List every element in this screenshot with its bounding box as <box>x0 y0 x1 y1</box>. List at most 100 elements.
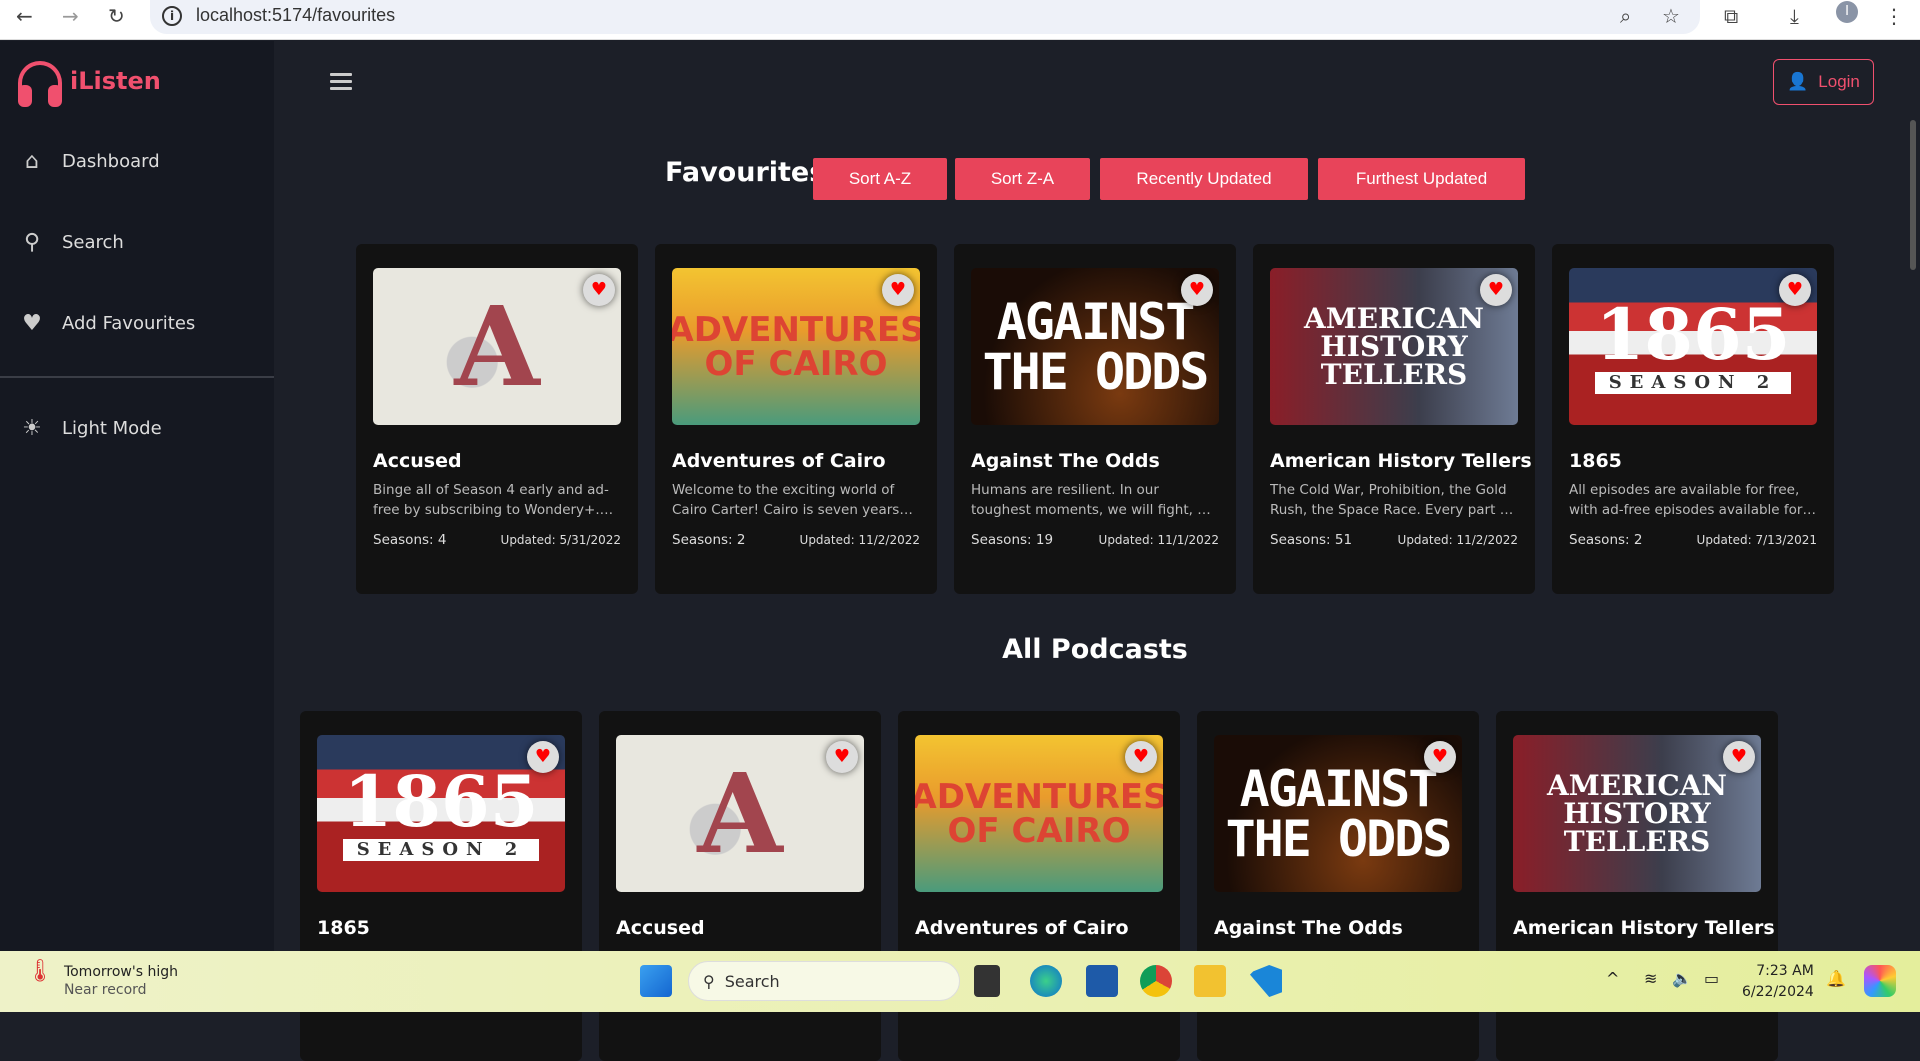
favourites-title: Favourites <box>665 157 826 188</box>
podcast-title: 1865 <box>317 917 370 939</box>
reload-icon[interactable]: ↻ <box>108 4 125 28</box>
download-icon[interactable]: ⤓ <box>1790 4 1799 28</box>
favourite-heart-icon[interactable]: ♥ <box>1480 274 1512 306</box>
sort-a-z-button[interactable]: Sort A-Z <box>813 158 947 200</box>
windows-start-icon[interactable] <box>640 965 672 997</box>
podcast-title: Accused <box>373 450 462 472</box>
sidebar-item-label: Light Mode <box>62 418 162 439</box>
favourite-heart-icon[interactable]: ♥ <box>1723 741 1755 773</box>
url-text[interactable]: localhost:5174/favourites <box>196 5 395 26</box>
podcast-card[interactable]: 1865 SEASON 2 ♥ 1865 All episodes are avail… <box>1552 244 1834 594</box>
podcast-title: American History Tellers <box>1513 917 1775 939</box>
login-label: Login <box>1818 72 1860 91</box>
podcast-card[interactable]: ADVENTURES OF CAIRO ♥ Adventures of Cairo… <box>655 244 937 594</box>
podcast-description: Binge all of Season 4 early and ad-free … <box>373 482 609 518</box>
notification-bell-icon[interactable]: 🔔 <box>1826 969 1846 988</box>
chrome-icon[interactable] <box>1140 965 1172 997</box>
sidebar-divider <box>0 376 274 378</box>
volume-icon[interactable]: 🔈 <box>1672 969 1692 988</box>
clock-time: 7:23 AM <box>1756 963 1814 979</box>
site-info-icon[interactable]: i <box>162 6 182 26</box>
podcast-seasons: Seasons: 2 <box>1569 532 1643 548</box>
podcast-cover-image[interactable]: AGAINST THE ODDS ♥ <box>1214 735 1462 892</box>
file-explorer-icon[interactable] <box>1194 965 1226 997</box>
tray-chevron-up-icon[interactable]: ^ <box>1606 969 1619 988</box>
weather-widget[interactable]: 🌡 Tomorrow's high Near record <box>26 959 178 999</box>
search-icon: ⚲ <box>23 230 41 255</box>
podcast-description: Humans are resilient. In our toughest mo… <box>971 482 1217 518</box>
podcast-seasons: Seasons: 19 <box>971 532 1054 548</box>
sort-recently-updated-button[interactable]: Recently Updated <box>1100 158 1308 200</box>
podcast-card[interactable]: AGAINST THE ODDS ♥ Against The Odds Humans… <box>954 244 1236 594</box>
clock-date: 6/22/2024 <box>1742 984 1814 1000</box>
podcast-cover-image[interactable]: A ♥ <box>616 735 864 892</box>
all-podcasts-title: All Podcasts <box>1002 634 1188 665</box>
address-bar[interactable]: i localhost:5174/favourites <box>150 0 1700 34</box>
cover-art-text: AMERICAN HISTORY TELLERS <box>1303 301 1485 391</box>
podcast-title: American History Tellers <box>1270 450 1532 472</box>
podcast-seasons: Seasons: 51 <box>1270 532 1353 548</box>
heart-icon: ♥ <box>22 311 42 336</box>
forward-icon[interactable]: → <box>62 4 79 28</box>
taskbar-clock[interactable]: 7:23 AM 6/22/2024 <box>1742 961 1814 1003</box>
sidebar-item-dashboard[interactable]: ⌂ Dashboard <box>20 149 160 174</box>
thermometer-icon: 🌡 <box>26 959 54 984</box>
podcast-card[interactable]: AMERICAN HISTORY TELLERS ♥ American Histo… <box>1253 244 1535 594</box>
login-button[interactable]: 👤 Login <box>1773 59 1874 105</box>
podcast-cover-image[interactable]: 1865 SEASON 2 ♥ <box>317 735 565 892</box>
battery-icon[interactable]: ▭ <box>1704 969 1719 988</box>
podcast-description: Welcome to the exciting world of Cairo C… <box>672 482 900 518</box>
favourite-heart-icon[interactable]: ♥ <box>826 741 858 773</box>
cover-art-subtitle: SEASON 2 <box>1594 371 1792 394</box>
podcast-cover-image[interactable]: ADVENTURES OF CAIRO ♥ <box>672 268 920 425</box>
favourite-heart-icon[interactable]: ♥ <box>882 274 914 306</box>
podcast-seasons: Seasons: 4 <box>373 532 447 548</box>
podcast-title: Adventures of Cairo <box>672 450 886 472</box>
back-icon[interactable]: ← <box>16 4 33 28</box>
podcast-cover-image[interactable]: ADVENTURES OF CAIRO ♥ <box>915 735 1163 892</box>
favourite-heart-icon[interactable]: ♥ <box>1424 741 1456 773</box>
bookmark-star-icon[interactable]: ☆ <box>1662 4 1680 28</box>
app-logo[interactable]: iListen <box>18 61 161 107</box>
favourite-heart-icon[interactable]: ♥ <box>1181 274 1213 306</box>
cover-art-text: 1865 <box>343 759 539 843</box>
favourite-heart-icon[interactable]: ♥ <box>527 741 559 773</box>
podcast-card[interactable]: A ♥ Accused Binge all of Season 4 early an… <box>356 244 638 594</box>
copilot-icon[interactable] <box>1864 965 1896 997</box>
favourite-heart-icon[interactable]: ♥ <box>1125 741 1157 773</box>
headphones-logo-icon <box>18 61 62 107</box>
profile-avatar-icon[interactable]: I <box>1836 1 1858 23</box>
cover-art-subtitle: SEASON 2 <box>342 838 540 861</box>
store-icon[interactable] <box>1086 965 1118 997</box>
user-icon: 👤 <box>1787 72 1809 91</box>
sidebar-item-search[interactable]: ⚲ Search <box>20 230 124 255</box>
podcast-updated: Updated: 11/1/2022 <box>1098 533 1219 547</box>
task-view-icon[interactable] <box>974 965 1000 997</box>
sort-z-a-button[interactable]: Sort Z-A <box>955 158 1090 200</box>
podcast-title: Against The Odds <box>1214 917 1403 939</box>
favourite-heart-icon[interactable]: ♥ <box>1779 274 1811 306</box>
podcast-updated: Updated: 5/31/2022 <box>500 533 621 547</box>
sort-furthest-updated-button[interactable]: Furthest Updated <box>1318 158 1525 200</box>
podcast-cover-image[interactable]: AMERICAN HISTORY TELLERS ♥ <box>1513 735 1761 892</box>
sidebar-item-label: Search <box>62 232 124 253</box>
podcast-description: All episodes are available for free, wit… <box>1569 482 1803 518</box>
podcast-cover-image[interactable]: 1865 SEASON 2 ♥ <box>1569 268 1817 425</box>
favourite-heart-icon[interactable]: ♥ <box>583 274 615 306</box>
wifi-icon[interactable]: ≋ <box>1644 969 1657 988</box>
extensions-icon[interactable]: ⧉ <box>1724 4 1738 28</box>
vscode-icon[interactable] <box>1250 965 1282 997</box>
zoom-icon[interactable]: ⌕ <box>1620 4 1631 28</box>
cover-art-text: ADVENTURES OF CAIRO <box>672 309 920 384</box>
hamburger-menu-icon[interactable] <box>330 73 352 91</box>
podcast-updated: Updated: 11/2/2022 <box>1397 533 1518 547</box>
menu-kebab-icon[interactable]: ⋮ <box>1884 4 1904 28</box>
podcast-cover-image[interactable]: AMERICAN HISTORY TELLERS ♥ <box>1270 268 1518 425</box>
page-scrollbar[interactable] <box>1910 120 1916 270</box>
podcast-cover-image[interactable]: A ♥ <box>373 268 621 425</box>
podcast-cover-image[interactable]: AGAINST THE ODDS ♥ <box>971 268 1219 425</box>
edge-icon[interactable] <box>1030 965 1062 997</box>
sidebar-item-add-favourites[interactable]: ♥ Add Favourites <box>20 311 195 336</box>
sidebar-item-light-mode[interactable]: ☀ Light Mode <box>20 416 162 441</box>
taskbar-search[interactable]: ⚲ Search <box>688 961 960 1001</box>
